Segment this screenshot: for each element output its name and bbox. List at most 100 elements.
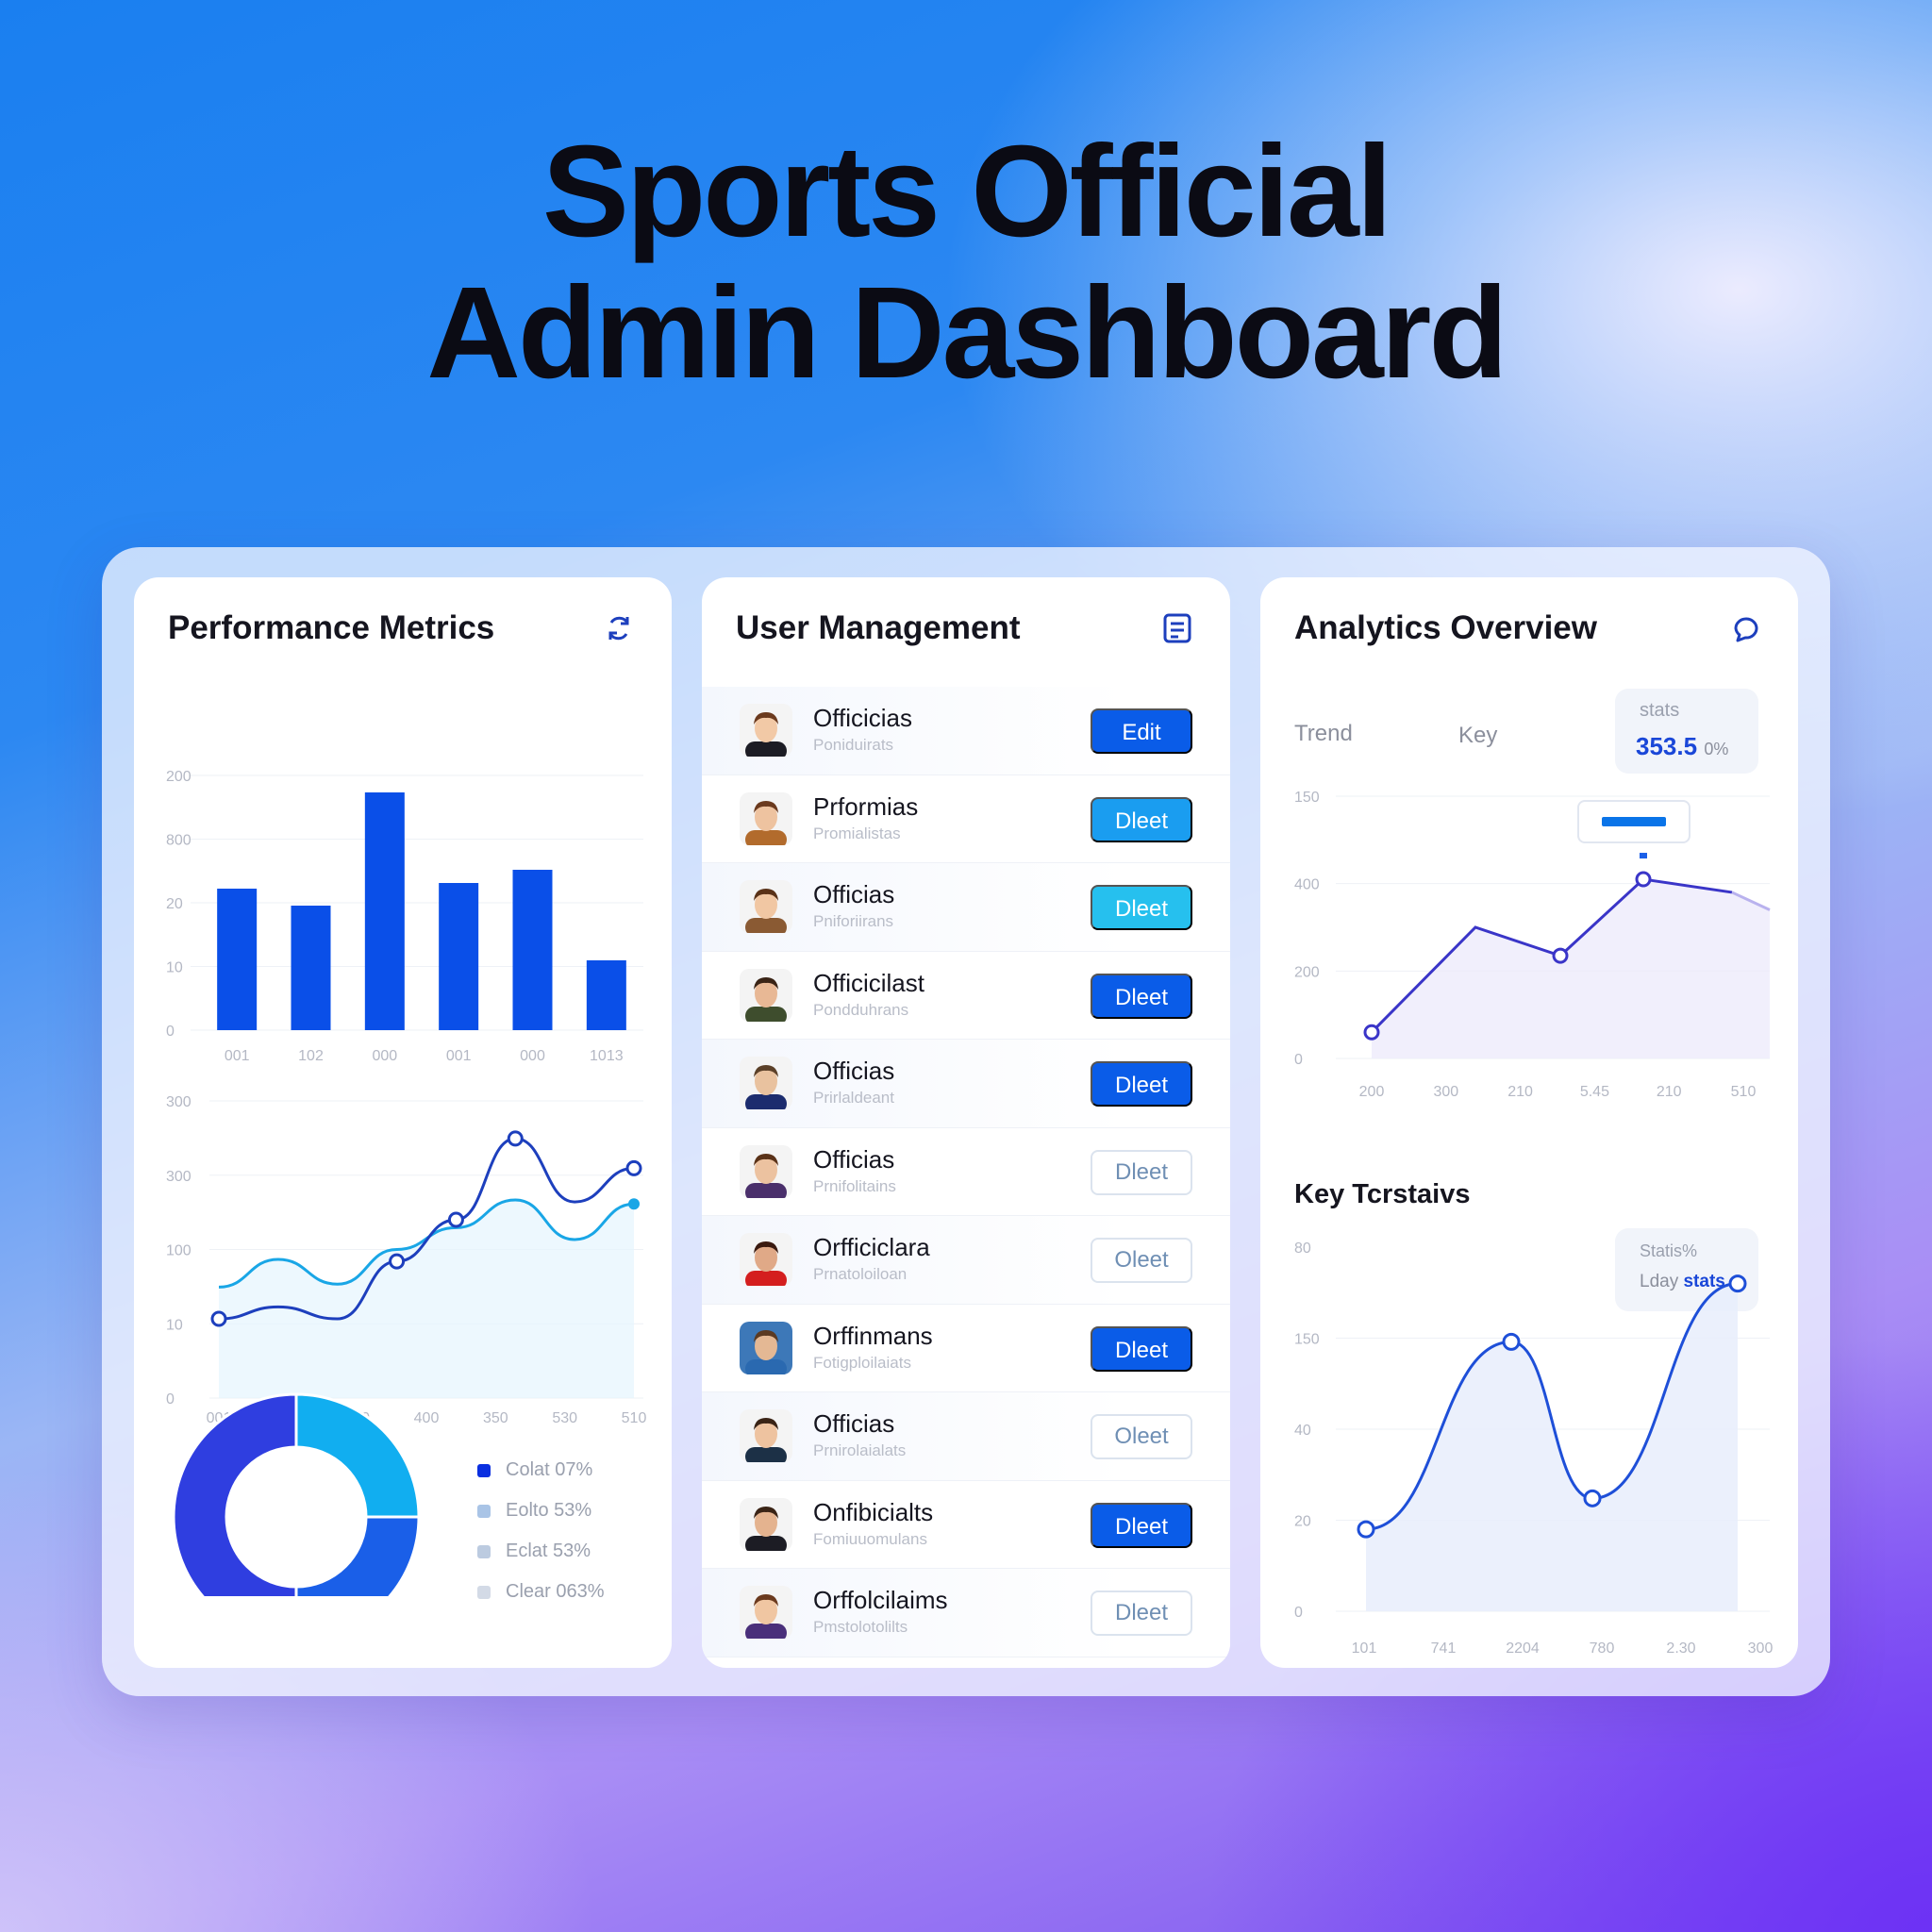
bar-y-tick: 200 bbox=[166, 769, 192, 785]
bar-x-tick: 000 bbox=[520, 1048, 545, 1064]
legend-item: Colat 07% bbox=[477, 1450, 605, 1491]
avatar-image bbox=[745, 1153, 787, 1198]
key-stats-title: Key Tcrstaivs bbox=[1294, 1179, 1471, 1209]
delete-button[interactable]: Dleet bbox=[1091, 1149, 1192, 1195]
bar bbox=[512, 870, 553, 1030]
bar-y-tick: 20 bbox=[166, 896, 183, 912]
bar-x-tick: 000 bbox=[372, 1048, 397, 1064]
analytics-overview-panel: Analytics Overview Trend Key stats 353.5… bbox=[1260, 577, 1798, 1668]
user-name: Officias bbox=[813, 1409, 895, 1438]
user-name: Orffolcilaims bbox=[813, 1586, 948, 1614]
trend-point bbox=[1363, 1024, 1380, 1041]
avatar bbox=[740, 880, 792, 933]
delete-button[interactable]: Dleet bbox=[1091, 1061, 1192, 1107]
key-y-tick: 80 bbox=[1294, 1241, 1311, 1257]
analytics-panel-title: Analytics Overview bbox=[1294, 609, 1597, 646]
delete-button[interactable]: Oleet bbox=[1091, 1414, 1192, 1459]
page-title-line-2: Admin Dashboard bbox=[426, 260, 1507, 406]
user-row: Orffolcilaims Pmstolotolilts Dleet bbox=[702, 1569, 1230, 1657]
dashboard-frame: Performance Metrics 200 80 0 20 10 0 001 10 2 00 0… bbox=[102, 547, 1830, 1696]
user-row: Officicias Poniduirats Edit bbox=[702, 687, 1230, 775]
document-icon[interactable] bbox=[1160, 611, 1194, 645]
user-role: Pniforiirans bbox=[813, 912, 894, 930]
delete-button[interactable]: Dleet bbox=[1091, 1325, 1192, 1372]
trend-x-tick: 510 bbox=[1731, 1084, 1757, 1100]
bar-y-tick: 0 bbox=[166, 1024, 175, 1040]
bar bbox=[291, 906, 331, 1030]
user-row: Onfibicialts Fomiuuomulans Dleet bbox=[702, 1481, 1230, 1569]
trend-area bbox=[1372, 879, 1770, 1058]
avatar-image bbox=[745, 800, 787, 845]
line-x-tick: 510 bbox=[622, 1410, 647, 1426]
avatar-image bbox=[745, 1594, 787, 1639]
tab-trend[interactable]: Trend bbox=[1294, 721, 1353, 747]
key-point bbox=[1502, 1332, 1521, 1351]
avatar-image bbox=[745, 712, 787, 757]
key-point bbox=[1728, 1274, 1747, 1293]
delete-button[interactable]: Dleet bbox=[1091, 796, 1192, 842]
bar-x-tick: 001 bbox=[225, 1048, 250, 1064]
stats-card-suffix: 0% bbox=[1704, 740, 1729, 758]
page-title-line-1: Sports Official bbox=[541, 119, 1392, 264]
user-name: Orffinmans bbox=[813, 1321, 933, 1350]
bar-y-tick: 10 bbox=[166, 960, 183, 976]
key-y-tick: 40 bbox=[1294, 1423, 1311, 1439]
legend-label: Eclat 53% bbox=[506, 1541, 591, 1561]
trend-x-tick: 210 bbox=[1657, 1084, 1682, 1100]
trend-y-tick: 400 bbox=[1294, 877, 1320, 893]
chat-bubble-icon[interactable] bbox=[1728, 611, 1762, 645]
avatar bbox=[740, 704, 792, 757]
key-y-tick: 150 bbox=[1294, 1332, 1320, 1348]
bar bbox=[439, 883, 479, 1030]
trend-y-tick: 200 bbox=[1294, 964, 1320, 980]
user-name: Officias bbox=[813, 1057, 895, 1085]
line-x-tick: 350 bbox=[483, 1410, 508, 1426]
line-y-tick: 300 bbox=[166, 1169, 192, 1185]
avatar-image bbox=[745, 976, 787, 1022]
key-x-tick: 2.30 bbox=[1666, 1641, 1695, 1657]
avatar-image bbox=[745, 1329, 787, 1374]
user-row: Orffinmans Fotigploilaiats Dleet bbox=[702, 1305, 1230, 1392]
user-role: Prnatoloiloan bbox=[813, 1265, 908, 1283]
user-name: Officicias bbox=[813, 704, 912, 732]
delete-button[interactable]: Dleet bbox=[1091, 1502, 1192, 1548]
legend-label: Colat 07% bbox=[506, 1459, 593, 1480]
user-row: Officias Prnirolaialats Oleet bbox=[702, 1392, 1230, 1481]
trend-tooltip-bar bbox=[1602, 817, 1666, 826]
avatar bbox=[740, 1321, 792, 1374]
avatar bbox=[740, 1144, 792, 1198]
legend-item: Clear 063% bbox=[477, 1572, 605, 1612]
trend-x-tick: 200 bbox=[1359, 1084, 1385, 1100]
page-title: Sports Official Admin Dashboard bbox=[0, 121, 1932, 404]
trend-tooltip bbox=[1577, 800, 1690, 843]
refresh-icon[interactable] bbox=[602, 611, 636, 645]
delete-button[interactable]: Dleet bbox=[1091, 1591, 1192, 1636]
donut-legend: Colat 07% Eolto 53% Eclat 53% Clear 063% bbox=[477, 1450, 605, 1612]
line-point bbox=[447, 1211, 464, 1228]
user-list: Officicias Poniduirats Edit Prformias Pr… bbox=[702, 687, 1230, 1657]
users-panel-header: User Management bbox=[702, 577, 1230, 681]
avatar bbox=[740, 1409, 792, 1462]
delete-button[interactable]: Dleet bbox=[1091, 973, 1192, 1019]
line-point bbox=[625, 1159, 642, 1176]
stats-card-number: 353.5 bbox=[1636, 732, 1698, 760]
tab-key[interactable]: Key bbox=[1458, 723, 1497, 749]
line-point bbox=[389, 1253, 406, 1270]
trend-x-tick: 5.45 bbox=[1580, 1084, 1609, 1100]
bar-x-tick: 1013 bbox=[590, 1048, 624, 1064]
edit-button[interactable]: Edit bbox=[1091, 708, 1192, 754]
line-y-tick: 0 bbox=[166, 1391, 175, 1407]
delete-button[interactable]: Oleet bbox=[1091, 1238, 1192, 1283]
user-role: Fotigploilaiats bbox=[813, 1353, 911, 1372]
legend-label: Eolto 53% bbox=[506, 1500, 592, 1521]
key-area bbox=[1366, 1283, 1738, 1611]
key-x-tick: 300 bbox=[1748, 1641, 1774, 1657]
legend-swatch bbox=[477, 1585, 491, 1599]
delete-button[interactable]: Dleet bbox=[1091, 885, 1192, 930]
trend-x-tick: 300 bbox=[1433, 1084, 1458, 1100]
user-role: Pmstolotolilts bbox=[813, 1618, 908, 1636]
performance-panel-title: Performance Metrics bbox=[168, 609, 495, 646]
line-y-tick: 10 bbox=[166, 1317, 183, 1333]
bar bbox=[364, 792, 405, 1030]
donut-slice bbox=[294, 1515, 421, 1596]
